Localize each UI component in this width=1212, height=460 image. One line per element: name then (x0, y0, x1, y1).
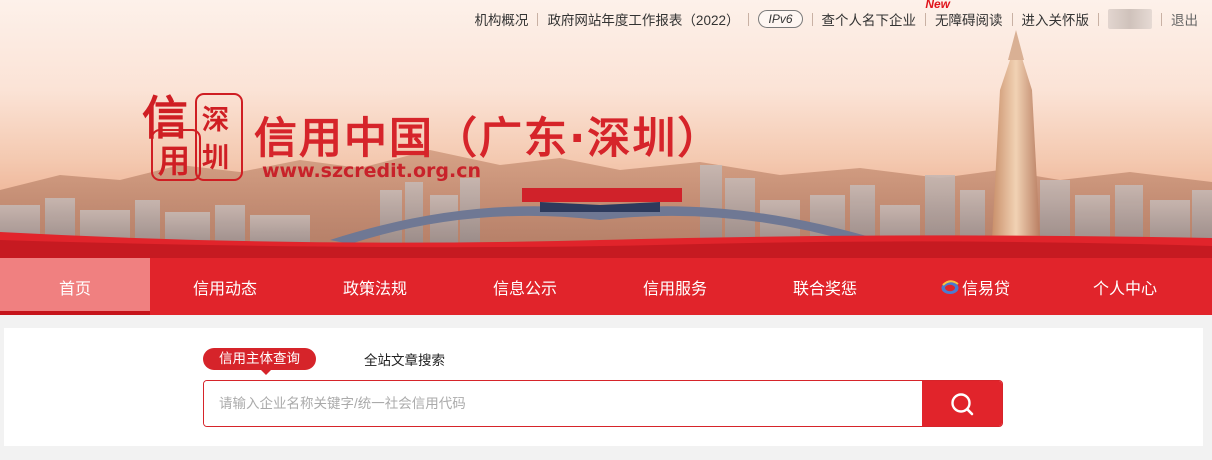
tab-entity-query[interactable]: 信用主体查询 (203, 348, 316, 375)
divider (811, 12, 813, 26)
nav-item-rewards-penalties[interactable]: 联合奖惩 (750, 258, 900, 315)
seal-char: 深 (202, 105, 229, 136)
search-button[interactable] (922, 381, 1002, 426)
divider (1098, 12, 1099, 26)
search-icon (951, 392, 974, 415)
accessibility-link[interactable]: 无障碍阅读 (935, 9, 1003, 29)
org-overview-link[interactable]: 机构概况 (474, 9, 528, 29)
site-title: 信用中国（广东·深圳） (254, 114, 723, 164)
site-url: www.szcredit.org.cn (262, 160, 481, 182)
header-banner: 机构概况 政府网站年度工作报表（2022） IPv6 查个人名下企业 New 无… (0, 0, 1212, 258)
nav-item-policies[interactable]: 政策法规 (300, 258, 450, 315)
divider (1161, 12, 1162, 26)
logo-seal: 信 深 用 圳 (140, 88, 244, 182)
ipv6-badge: IPv6 (758, 10, 803, 28)
care-mode-link[interactable]: 进入关怀版 (1022, 9, 1090, 29)
credit-loan-icon (941, 279, 959, 294)
nav-item-credit-loan[interactable]: 信易贷 (900, 258, 1050, 315)
personal-companies-link[interactable]: 查个人名下企业 (822, 13, 917, 28)
tab-article-search[interactable]: 全站文章搜索 (364, 349, 445, 369)
nav-item-credit-services[interactable]: 信用服务 (600, 258, 750, 315)
annual-report-link[interactable]: 政府网站年度工作报表（2022） (547, 9, 739, 29)
divider (1011, 12, 1013, 26)
user-avatar[interactable] (1108, 9, 1152, 29)
seal-char: 圳 (202, 143, 229, 174)
search-panel: 信用主体查询 全站文章搜索 (4, 328, 1203, 446)
utility-bar: 机构概况 政府网站年度工作报表（2022） IPv6 查个人名下企业 New 无… (474, 0, 1198, 30)
seal-char: 用 (158, 142, 191, 180)
nav-item-credit-news[interactable]: 信用动态 (150, 258, 300, 315)
logout-link[interactable]: 退出 (1171, 9, 1198, 29)
nav-item-personal-center[interactable]: 个人中心 (1050, 258, 1200, 315)
search-box (203, 380, 1003, 427)
search-tabs: 信用主体查询 全站文章搜索 (203, 348, 445, 375)
new-badge: New (925, 0, 950, 11)
divider (748, 12, 750, 26)
main-nav: 首页 信用动态 政策法规 信息公示 信用服务 联合奖惩 信易贷 个人中心 (0, 258, 1212, 315)
nav-item-home[interactable]: 首页 (0, 258, 150, 315)
divider (925, 12, 926, 26)
nav-item-disclosure[interactable]: 信息公示 (450, 258, 600, 315)
nav-item-label: 信易贷 (961, 280, 1010, 298)
search-input[interactable] (204, 381, 922, 426)
divider (537, 12, 539, 26)
